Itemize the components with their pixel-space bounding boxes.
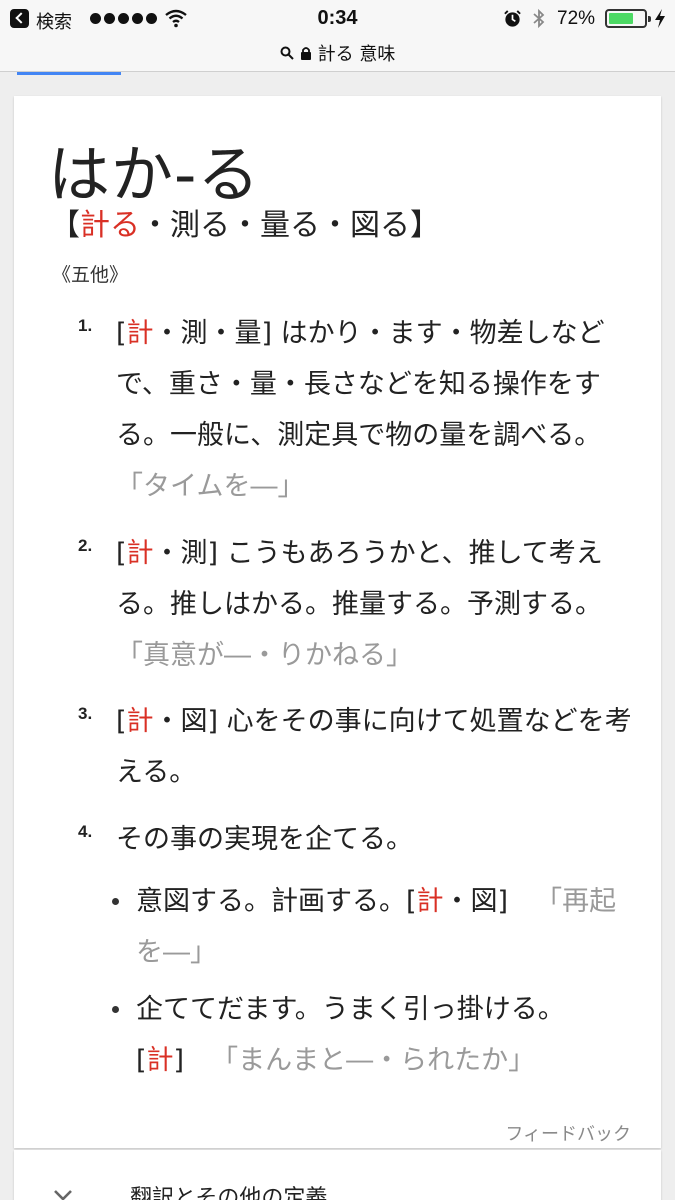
feedback-link[interactable]: フィードバック [505, 1120, 631, 1146]
expand-chevron-icon [54, 1190, 72, 1200]
sense-text: [計・図] 心をその事に向けて処置などを考える。 [116, 706, 632, 788]
page-load-progress [17, 72, 121, 75]
alarm-icon [504, 10, 521, 27]
url-bar[interactable]: 計る 意味 [0, 38, 675, 72]
sense-number: 3. [78, 704, 93, 723]
more-definitions-row[interactable]: 翻訳とその他の定義 [14, 1150, 661, 1200]
dictionary-card: はか-る 【計る・測る・量る・図る】 《五他》 1. [計・測・量] はかり・ま… [14, 96, 661, 1148]
more-definitions-label: 翻訳とその他の定義 [130, 1186, 328, 1200]
kanji-variants: 【計る・測る・量る・図る】 [50, 208, 440, 243]
charging-bolt-icon [655, 9, 665, 28]
example-text: 「まんまと―・られたか」 [211, 1045, 536, 1076]
battery-percent: 72% [557, 8, 596, 29]
part-of-speech: 《五他》 [52, 264, 129, 286]
sense-text: その事の実現を企てる。 [116, 824, 413, 855]
battery-icon [605, 9, 651, 28]
subsense-text: 意図する。計画する。[計・図] 「再起を―」 [136, 886, 617, 968]
kanji-primary: 計る [80, 208, 140, 243]
sense-number: 4. [78, 822, 93, 841]
sense-text: [計・測] こうもあろうかと、推して考える。推しはかる。推量する。予測する。 「… [116, 538, 603, 671]
url-text: 計る 意味 [317, 44, 396, 65]
status-bar: 検索 0:34 72% [0, 0, 675, 38]
sense-number: 2. [78, 536, 93, 555]
search-icon [280, 46, 294, 60]
bullet-icon [112, 898, 119, 905]
lock-icon [300, 46, 311, 60]
example-text: 「タイムを―」 [116, 471, 305, 502]
subsense-text: 企ててだます。うまく引っ掛ける。[計] 「まんまと―・られたか」 [136, 994, 565, 1076]
sense-number: 1. [78, 316, 93, 335]
sense-text: [計・測・量] はかり・ます・物差しなどで、重さ・量・長さなどを知る操作をする。… [116, 318, 605, 502]
bluetooth-icon [533, 8, 545, 29]
example-text: 「真意が―・りかねる」 [116, 640, 413, 671]
bullet-icon [112, 1006, 119, 1013]
